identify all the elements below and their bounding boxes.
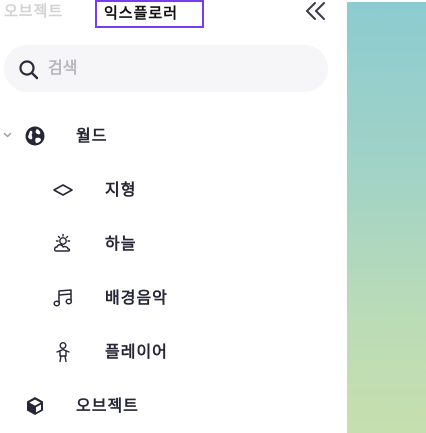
tree-item-label: 오브젝트 xyxy=(76,396,139,415)
tree-item-label: 하늘 xyxy=(105,234,137,253)
collapse-panel-button[interactable] xyxy=(303,0,329,24)
sky-icon xyxy=(53,233,71,252)
tree-item-player[interactable]: 플레이어 xyxy=(50,338,330,366)
search-icon xyxy=(19,60,39,80)
tree-item-sky[interactable]: 하늘 xyxy=(50,230,330,258)
person-icon xyxy=(56,342,70,363)
double-chevron-left-icon xyxy=(306,2,325,20)
tree-item-world[interactable]: 월드 xyxy=(0,122,330,150)
explorer-panel: 오브젝트 익스플로러 검색 월드 지형 하늘 배경음악 플레이어 오브젝트 xyxy=(0,0,426,433)
tree-item-label: 플레이어 xyxy=(105,342,168,361)
globe-icon xyxy=(25,126,45,146)
chevron-down-icon[interactable] xyxy=(3,131,12,140)
tree-item-terrain[interactable]: 지형 xyxy=(50,176,330,204)
music-notes-icon xyxy=(53,289,73,307)
tree-item-label: 지형 xyxy=(105,180,137,199)
tree-item-label: 배경음악 xyxy=(105,288,168,307)
tree-item-objects[interactable]: 오브젝트 xyxy=(0,392,330,420)
viewport-preview[interactable] xyxy=(347,2,426,433)
tab-objects[interactable]: 오브젝트 xyxy=(4,1,63,21)
cube-icon xyxy=(27,397,43,415)
search-placeholder: 검색 xyxy=(48,58,78,77)
tree-item-bgm[interactable]: 배경음악 xyxy=(50,284,330,312)
tree-item-label: 월드 xyxy=(76,126,108,145)
tab-explorer[interactable]: 익스플로러 xyxy=(95,0,204,28)
search-input[interactable]: 검색 xyxy=(4,45,328,92)
terrain-icon xyxy=(53,184,73,196)
